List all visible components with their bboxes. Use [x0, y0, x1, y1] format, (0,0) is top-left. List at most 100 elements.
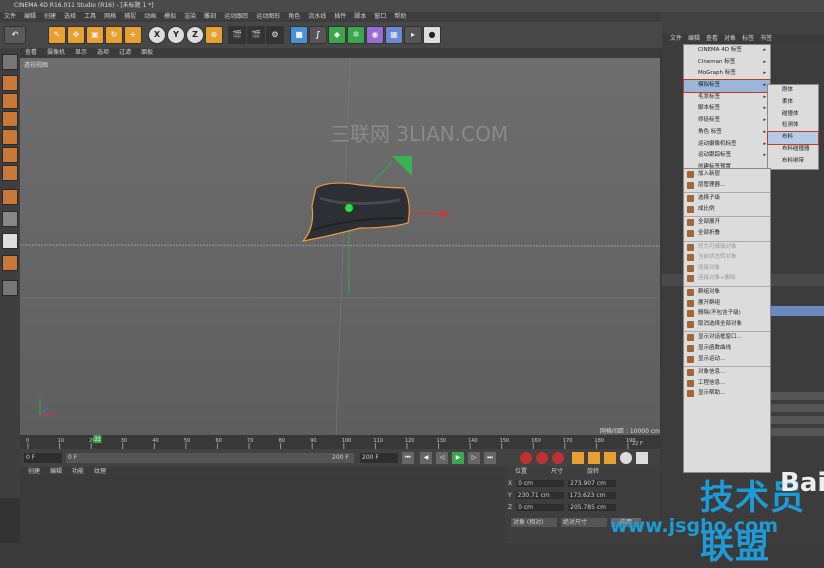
recent-tool-button[interactable]: +: [124, 26, 142, 44]
light-button[interactable]: ●: [423, 26, 441, 44]
menu-item[interactable]: 工具: [80, 12, 100, 22]
workplane-button[interactable]: [2, 111, 18, 127]
object-menu-item[interactable]: 转为可编辑对象: [684, 242, 770, 253]
object-menu-item[interactable]: 选择子级: [684, 193, 770, 204]
edges-mode-button[interactable]: [2, 147, 18, 163]
object-menu-item[interactable]: 工程信息...: [684, 378, 770, 389]
menu-item[interactable]: 网格: [100, 12, 120, 22]
goto-start-button[interactable]: ⏮: [402, 452, 414, 464]
object-menu-item[interactable]: 连接对象+删除: [684, 273, 770, 284]
camera-button[interactable]: ▸: [404, 26, 422, 44]
prev-frame-button[interactable]: ◁: [436, 452, 448, 464]
viewport-menu-item[interactable]: 摄像机: [42, 48, 70, 58]
subdivision-surface-button[interactable]: ◆: [328, 26, 346, 44]
object-menu-item[interactable]: 成比例: [684, 204, 770, 215]
cube-button[interactable]: ■: [290, 26, 308, 44]
object-menu-item[interactable]: 连接对象: [684, 263, 770, 274]
start-frame-field[interactable]: 0 F: [24, 453, 62, 463]
perspective-viewport[interactable]: 透视视图 网格间距 : 10000 cm: [20, 58, 660, 435]
points-mode-button[interactable]: [2, 129, 18, 145]
position-field[interactable]: 0 cm: [516, 479, 565, 487]
pos-key-button[interactable]: [572, 452, 584, 464]
object-menu-item[interactable]: 删除(不包含子级): [684, 308, 770, 319]
material-menu-item[interactable]: 编辑: [50, 468, 62, 475]
position-field[interactable]: 0 cm: [516, 503, 565, 511]
tag-menu-item[interactable]: 运动摄像机标签 ▸: [684, 139, 770, 151]
snap-button[interactable]: [2, 233, 18, 249]
object-menu-item[interactable]: 加入新层: [684, 169, 770, 180]
array-button[interactable]: ✲: [347, 26, 365, 44]
menu-item[interactable]: 捕捉: [120, 12, 140, 22]
timeline[interactable]: 0 10 20 30 40 50 60 70 80 90 100 110 120 130 140 150 160…: [20, 435, 660, 449]
tag-menu-item[interactable]: 毛发标签 ▸: [684, 92, 770, 104]
menu-item[interactable]: 流水线: [304, 12, 330, 22]
frame-range-slider[interactable]: 0 F: [66, 453, 354, 463]
menu-item[interactable]: 运动图形: [252, 12, 284, 22]
menu-item[interactable]: 窗口: [370, 12, 390, 22]
polygons-mode-button[interactable]: [2, 165, 18, 181]
object-menu-item[interactable]: 标签: [742, 35, 754, 42]
size-mode-select[interactable]: 绝对尺寸: [561, 518, 607, 527]
menu-item[interactable]: 渲染: [180, 12, 200, 22]
make-editable-button[interactable]: [2, 54, 18, 70]
material-menu-item[interactable]: 纹理: [94, 468, 106, 475]
tag-menu-item[interactable]: CINEMA 4D 标签 ▸: [684, 45, 770, 57]
menu-item[interactable]: 雕刻: [200, 12, 220, 22]
object-menu-item[interactable]: 层管理器...: [684, 180, 770, 191]
tag-menu-item[interactable]: Cineman 标签 ▸: [684, 57, 770, 69]
menu-item[interactable]: 模拟: [160, 12, 180, 22]
object-menu-item[interactable]: 取消选择全部对象: [684, 319, 770, 330]
sim-tag-item[interactable]: 柔体: [768, 97, 818, 109]
menu-item[interactable]: 编辑: [20, 12, 40, 22]
model-mode-button[interactable]: [2, 75, 18, 91]
size-field[interactable]: 273.907 cm: [568, 479, 617, 487]
object-menu-item[interactable]: 全部折叠: [684, 228, 770, 239]
menu-item[interactable]: 创建: [40, 12, 60, 22]
menu-item[interactable]: 运动跟踪: [220, 12, 252, 22]
object-menu-item[interactable]: 全部展开: [684, 217, 770, 228]
object-menu-item[interactable]: 编辑: [688, 35, 700, 42]
live-select-button[interactable]: ↖: [48, 26, 66, 44]
object-menu-item[interactable]: 显示帮助...: [684, 388, 770, 399]
menu-item[interactable]: 脚本: [350, 12, 370, 22]
deformer-button[interactable]: ◉: [366, 26, 384, 44]
texture-mode-button[interactable]: [2, 93, 18, 109]
object-menu-item[interactable]: 对象信息...: [684, 367, 770, 378]
material-menu-item[interactable]: 功能: [72, 468, 84, 475]
autokey-button[interactable]: [536, 452, 548, 464]
menu-item[interactable]: 角色: [284, 12, 304, 22]
sim-tag-item[interactable]: 碰撞体: [768, 109, 818, 121]
undo-button[interactable]: ↶: [4, 26, 26, 44]
object-menu-item[interactable]: 查看: [706, 35, 718, 42]
tag-menu-item[interactable]: 角色 标签 ▸: [684, 127, 770, 139]
y-axis-button[interactable]: Y: [167, 26, 185, 44]
grid-button[interactable]: [2, 280, 18, 296]
sim-tag-item[interactable]: 刚体: [768, 85, 818, 97]
tag-menu-item[interactable]: MoGraph 标签 ▸: [684, 68, 770, 80]
menu-item[interactable]: 选择: [60, 12, 80, 22]
rot-key-button[interactable]: [604, 452, 616, 464]
move-button[interactable]: ✥: [67, 26, 85, 44]
viewport-menu-item[interactable]: 查看: [20, 48, 42, 58]
tag-menu-item[interactable]: 模拟标签 ▸: [683, 79, 771, 93]
axis-mode-button[interactable]: [2, 189, 18, 205]
sim-tag-item[interactable]: 布料: [767, 131, 819, 145]
render-picture-viewer-button[interactable]: 🎬: [247, 26, 265, 44]
viewport-menu-item[interactable]: 选项: [92, 48, 114, 58]
spline-pen-button[interactable]: ∫: [309, 26, 327, 44]
coord-mode-select[interactable]: 对象 (相对): [511, 518, 557, 527]
menu-item[interactable]: 文件: [0, 12, 20, 22]
object-menu-item[interactable]: 显示对话框窗口...: [684, 332, 770, 343]
x-axis-button[interactable]: X: [148, 26, 166, 44]
record-button[interactable]: [520, 452, 532, 464]
viewport-menu-item[interactable]: 面板: [136, 48, 158, 58]
object-menu-item[interactable]: 展开群组: [684, 298, 770, 309]
sim-tag-item[interactable]: 检测体: [768, 120, 818, 132]
keyframe-selection-button[interactable]: [552, 452, 564, 464]
end-frame-field[interactable]: 200 F: [360, 453, 398, 463]
scale-button[interactable]: ▣: [86, 26, 104, 44]
play-button[interactable]: ▶: [452, 452, 464, 464]
menu-item[interactable]: 插件: [330, 12, 350, 22]
pla-key-button[interactable]: [636, 452, 648, 464]
tag-menu-item[interactable]: 脚本标签 ▸: [684, 103, 770, 115]
